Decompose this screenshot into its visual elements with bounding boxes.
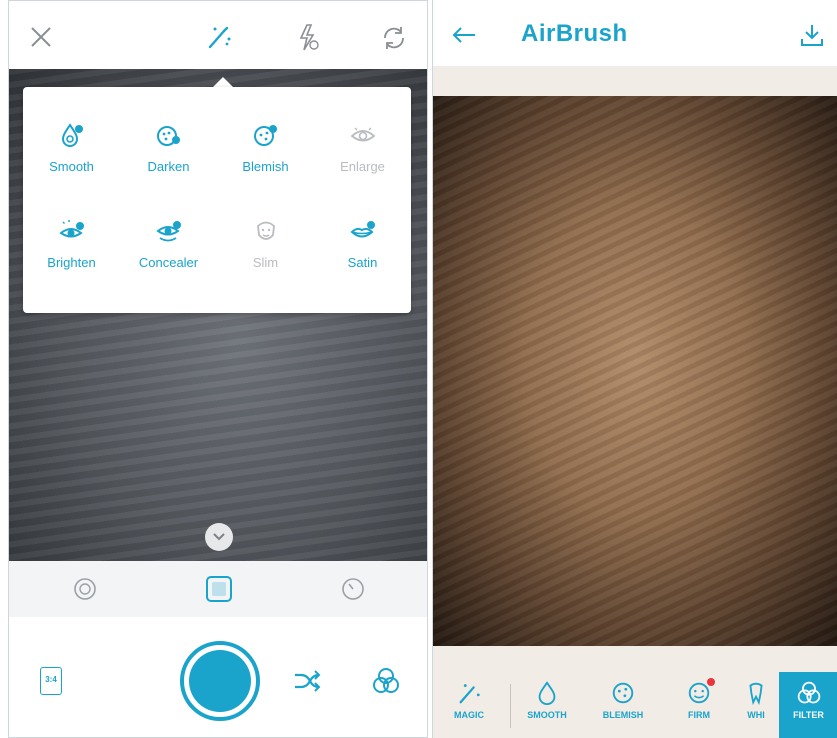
menu-item-slim[interactable]: Slim xyxy=(217,217,314,270)
tool-label: FIRM xyxy=(688,710,710,720)
tool-blemish[interactable]: BLEMISH xyxy=(593,680,653,720)
shuffle-icon[interactable] xyxy=(293,669,321,693)
back-arrow-icon[interactable] xyxy=(451,26,477,44)
lens-mode-icon[interactable] xyxy=(73,577,97,601)
switch-camera-icon[interactable] xyxy=(381,25,407,51)
blemish-icon xyxy=(610,680,636,706)
menu-item-darken[interactable]: Darken xyxy=(120,121,217,174)
menu-item-smooth[interactable]: Smooth xyxy=(23,121,120,174)
flash-icon[interactable] xyxy=(297,23,321,53)
menu-item-blemish[interactable]: Blemish xyxy=(217,121,314,174)
concealer-icon xyxy=(155,217,183,245)
effects-menu: Smooth Darken Blemish Enlarge Brighten C… xyxy=(23,87,411,313)
menu-caret xyxy=(213,77,233,87)
tool-magic[interactable]: MAGIC xyxy=(439,680,499,720)
tool-filter[interactable]: FILTER xyxy=(779,680,837,720)
firm-icon xyxy=(686,678,715,706)
blemish-icon xyxy=(252,121,280,149)
menu-item-brighten[interactable]: Brighten xyxy=(23,217,120,270)
app-title: AirBrush xyxy=(521,20,628,47)
top-bar xyxy=(9,1,427,69)
magic-wand-icon xyxy=(456,680,482,706)
smooth-icon xyxy=(534,680,560,706)
tool-label: FILTER xyxy=(793,710,824,720)
enlarge-icon xyxy=(349,121,377,149)
menu-item-label: Concealer xyxy=(138,255,199,270)
tool-label: BLEMISH xyxy=(602,710,644,720)
aspect-ratio-button[interactable]: 3:4 xyxy=(40,667,62,695)
menu-item-label: Blemish xyxy=(242,159,289,174)
menu-item-label: Brighten xyxy=(47,255,96,270)
satin-icon xyxy=(349,217,377,245)
darken-icon xyxy=(155,121,183,149)
chevron-down-icon xyxy=(213,533,225,541)
menu-item-label: Satin xyxy=(347,255,378,270)
shutter-inner xyxy=(189,650,251,712)
brighten-icon xyxy=(58,217,86,245)
filter-icon[interactable] xyxy=(371,667,401,695)
tool-firm[interactable]: FIRM xyxy=(669,678,729,720)
menu-item-label: Enlarge xyxy=(340,159,385,174)
whiten-icon xyxy=(743,680,769,706)
filter-icon xyxy=(796,680,822,706)
photo-canvas[interactable] xyxy=(433,96,837,646)
menu-item-enlarge[interactable]: Enlarge xyxy=(314,121,411,174)
square-mode-icon[interactable] xyxy=(205,575,233,603)
download-icon[interactable] xyxy=(799,22,825,48)
tool-label: MAGIC xyxy=(454,710,484,720)
notification-badge xyxy=(707,678,715,686)
tool-divider xyxy=(510,684,511,728)
collapse-menu-button[interactable] xyxy=(205,523,233,551)
menu-item-label: Slim xyxy=(252,255,279,270)
menu-item-concealer[interactable]: Concealer xyxy=(120,217,217,270)
tool-whiten[interactable]: WHI xyxy=(733,680,779,720)
toolbar-strip xyxy=(433,66,837,96)
smooth-icon xyxy=(58,121,86,149)
menu-item-label: Smooth xyxy=(49,159,94,174)
shutter-button[interactable] xyxy=(180,641,260,721)
slim-icon xyxy=(252,217,280,245)
top-bar: AirBrush xyxy=(433,0,837,66)
menu-item-label: Darken xyxy=(147,159,190,174)
airbrush-editor-screen: AirBrush MAGIC SMOOTH BLEMISH FIRM WHI F… xyxy=(432,0,837,738)
magic-wand-icon[interactable] xyxy=(205,23,233,51)
mode-bar xyxy=(9,561,427,617)
tool-label: SMOOTH xyxy=(527,710,567,720)
menu-item-satin[interactable]: Satin xyxy=(314,217,411,270)
close-icon[interactable] xyxy=(29,25,53,49)
tool-smooth[interactable]: SMOOTH xyxy=(517,680,577,720)
camera-screen: Smooth Darken Blemish Enlarge Brighten C… xyxy=(8,0,428,738)
timer-mode-icon[interactable] xyxy=(341,577,365,601)
tool-label: WHI xyxy=(747,710,765,720)
